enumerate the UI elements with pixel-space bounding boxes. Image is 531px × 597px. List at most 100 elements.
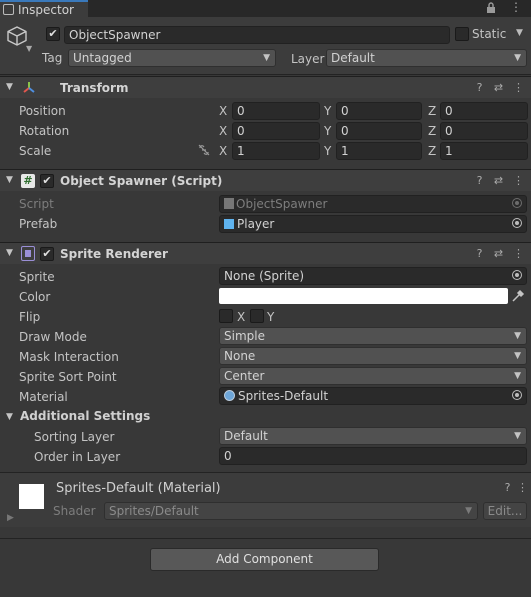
- order-in-layer-input[interactable]: 0: [219, 447, 527, 465]
- chevron-down-icon: ▼: [514, 431, 521, 441]
- flip-y-label: Y: [267, 310, 275, 324]
- object-picker-icon[interactable]: [512, 218, 522, 228]
- scale-y-input[interactable]: 1: [336, 142, 422, 160]
- prefab-cube-icon: [224, 219, 234, 229]
- sprite-renderer-enabled-checkbox[interactable]: ✔: [40, 247, 54, 261]
- additional-settings-label[interactable]: Additional Settings: [20, 409, 150, 423]
- gameobject-active-checkbox[interactable]: ✔: [46, 27, 60, 41]
- scale-y-axis: Y: [324, 144, 332, 158]
- icon-dropdown-arrow-icon[interactable]: ▼: [26, 44, 32, 53]
- rotation-x-axis: X: [219, 124, 228, 138]
- eyedropper-icon[interactable]: [511, 289, 525, 303]
- chevron-down-icon: ▼: [514, 371, 521, 381]
- sprite-sort-point-dropdown[interactable]: Center ▼: [219, 367, 527, 385]
- add-component-button[interactable]: Add Component: [150, 548, 379, 571]
- flip-label: Flip: [19, 310, 41, 324]
- rotation-y-input[interactable]: 0: [336, 122, 422, 140]
- position-y-input[interactable]: 0: [336, 102, 422, 120]
- inspector-tab-bar: Inspector ⋮: [0, 0, 531, 17]
- material-preview-swatch: [19, 484, 44, 509]
- static-dropdown-arrow-icon[interactable]: ▼: [516, 28, 523, 38]
- position-z-input[interactable]: 0: [440, 102, 528, 120]
- inspector-icon: [3, 4, 14, 15]
- transform-title: Transform: [60, 81, 129, 95]
- foldout-arrow-icon[interactable]: ▼: [6, 175, 13, 185]
- material-field[interactable]: Sprites-Default: [219, 387, 527, 405]
- preset-icon[interactable]: ⇄: [492, 81, 505, 94]
- preset-icon[interactable]: ⇄: [492, 174, 505, 187]
- draw-mode-dropdown[interactable]: Simple ▼: [219, 327, 527, 345]
- help-icon[interactable]: ?: [473, 81, 486, 94]
- sorting-layer-dropdown[interactable]: Default ▼: [219, 427, 527, 445]
- static-label: Static: [472, 27, 507, 41]
- prefab-field[interactable]: Player: [219, 215, 527, 233]
- help-icon[interactable]: ?: [473, 174, 486, 187]
- chevron-down-icon: ▼: [465, 506, 472, 516]
- shader-label: Shader: [53, 504, 96, 518]
- position-z-axis: Z: [428, 104, 437, 118]
- layer-label: Layer: [291, 52, 325, 66]
- gameobject-name-input[interactable]: ObjectSpawner: [64, 26, 450, 44]
- help-icon[interactable]: ?: [473, 247, 486, 260]
- flip-y-checkbox[interactable]: [250, 309, 264, 323]
- object-spawner-fields: Script ObjectSpawner Prefab Player: [0, 193, 531, 235]
- sprite-field[interactable]: None (Sprite): [219, 267, 527, 285]
- constrain-proportions-icon[interactable]: [197, 143, 211, 157]
- shader-edit-button[interactable]: Edit...: [483, 502, 527, 520]
- object-spawner-enabled-checkbox[interactable]: ✔: [40, 174, 54, 188]
- tab-inspector[interactable]: Inspector: [0, 0, 88, 17]
- sorting-layer-label: Sorting Layer: [34, 430, 115, 444]
- chevron-down-icon: ▼: [263, 53, 270, 63]
- color-label: Color: [19, 290, 51, 304]
- prefab-label: Prefab: [19, 217, 58, 231]
- object-picker-icon[interactable]: [512, 390, 522, 400]
- object-picker-icon: [512, 198, 522, 208]
- sprite-label: Sprite: [19, 270, 55, 284]
- tag-dropdown[interactable]: Untagged ▼: [68, 49, 276, 67]
- gameobject-cube-icon[interactable]: [6, 25, 28, 47]
- layer-value: Default: [331, 51, 375, 65]
- additional-settings-foldout-icon[interactable]: ▼: [6, 412, 13, 422]
- material-value: Sprites-Default: [238, 389, 329, 403]
- rotation-z-input[interactable]: 0: [440, 122, 528, 140]
- scale-z-input[interactable]: 1: [440, 142, 528, 160]
- shader-value: Sprites/Default: [109, 504, 199, 518]
- layer-dropdown[interactable]: Default ▼: [326, 49, 527, 67]
- material-section: Sprites-Default (Material) ? ⋮ ▶ Shader …: [0, 473, 531, 527]
- object-picker-icon[interactable]: [512, 270, 522, 280]
- scale-label: Scale: [19, 144, 52, 158]
- position-x-input[interactable]: 0: [232, 102, 320, 120]
- scale-x-input[interactable]: 1: [232, 142, 320, 160]
- more-options-icon[interactable]: ⋮: [510, 1, 522, 15]
- lock-icon[interactable]: [486, 2, 496, 14]
- chevron-down-icon: ▼: [514, 351, 521, 361]
- material-foldout-icon[interactable]: ▶: [7, 513, 14, 523]
- flip-x-checkbox[interactable]: [219, 309, 233, 323]
- add-component-divider: [0, 538, 531, 539]
- foldout-arrow-icon[interactable]: ▼: [6, 82, 13, 92]
- tag-value: Untagged: [73, 51, 132, 65]
- component-menu-icon[interactable]: ⋮: [512, 81, 525, 94]
- color-swatch[interactable]: [219, 288, 508, 304]
- help-icon[interactable]: ?: [501, 481, 514, 494]
- transform-header[interactable]: ▼ Transform ? ⇄ ⋮: [0, 76, 531, 98]
- rotation-x-input[interactable]: 0: [232, 122, 320, 140]
- mask-interaction-dropdown[interactable]: None ▼: [219, 347, 527, 365]
- object-spawner-header[interactable]: ▼ # ✔ Object Spawner (Script) ? ⇄ ⋮: [0, 169, 531, 191]
- preset-icon[interactable]: ⇄: [492, 247, 505, 260]
- component-menu-icon[interactable]: ⋮: [512, 174, 525, 187]
- static-checkbox[interactable]: [455, 27, 469, 41]
- flip-x-label: X: [237, 310, 246, 324]
- component-menu-icon[interactable]: ⋮: [512, 247, 525, 260]
- sprite-renderer-header[interactable]: ▼ ✔ Sprite Renderer ? ⇄ ⋮: [0, 242, 531, 264]
- script-icon: #: [21, 174, 35, 188]
- material-menu-icon[interactable]: ⋮: [516, 481, 529, 494]
- shader-dropdown[interactable]: Sprites/Default ▼: [104, 502, 478, 520]
- foldout-arrow-icon[interactable]: ▼: [6, 248, 13, 258]
- sprite-sort-point-label: Sprite Sort Point: [19, 370, 117, 384]
- material-label: Material: [19, 390, 68, 404]
- script-field: ObjectSpawner: [219, 195, 527, 213]
- transform-fields: Position X 0 Y 0 Z 0 Rotation X 0 Y 0 Z …: [0, 101, 531, 161]
- position-y-axis: Y: [324, 104, 332, 118]
- order-in-layer-label: Order in Layer: [34, 450, 121, 464]
